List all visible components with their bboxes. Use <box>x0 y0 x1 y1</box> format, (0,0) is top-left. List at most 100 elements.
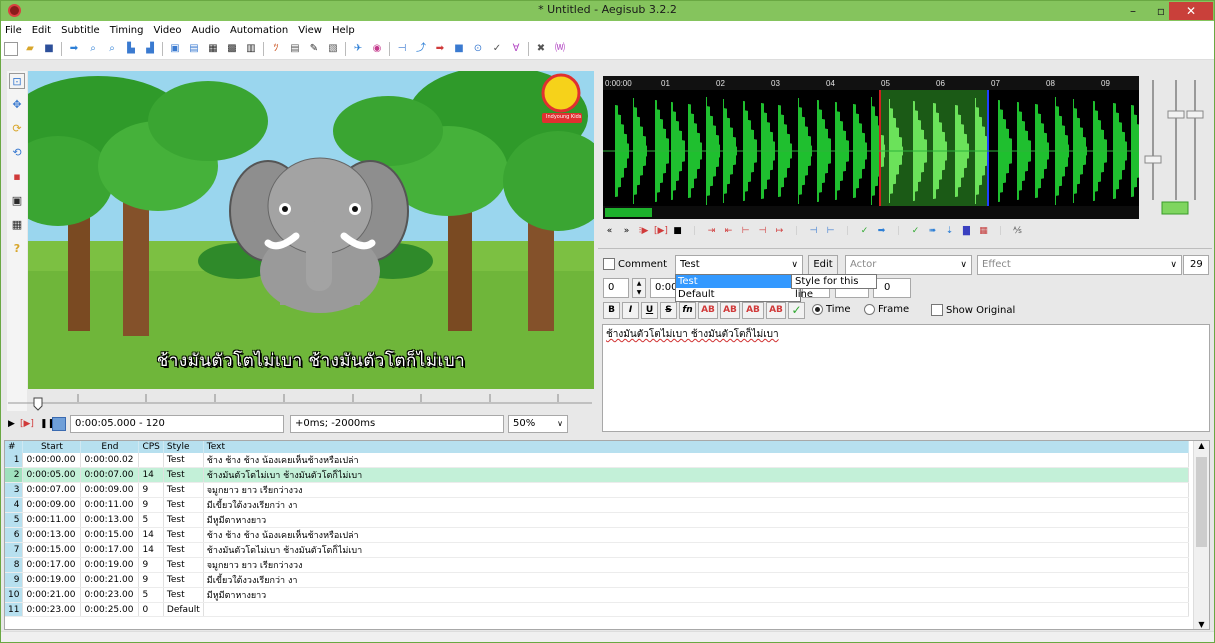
karaoke-mode-icon[interactable]: ▦ <box>977 225 990 238</box>
commit-icon[interactable]: ✓ <box>858 225 871 238</box>
stop-icon[interactable]: ■ <box>452 42 466 56</box>
time-radio[interactable]: Time <box>812 304 850 315</box>
new-file-icon[interactable] <box>4 42 18 56</box>
spell-check-icon[interactable]: ▤ <box>288 42 302 56</box>
next-line-icon[interactable]: » <box>620 225 633 238</box>
vector-clip-icon[interactable]: ▦ <box>9 217 25 233</box>
clock-icon[interactable]: ⊙ <box>471 42 485 56</box>
table-row[interactable]: 5 0:00:11.00 0:00:13.00 5 Test มีหูมีตาหางยาว <box>5 512 1189 528</box>
underline-button[interactable]: U <box>641 302 658 319</box>
table-row[interactable]: 2 0:00:05.00 0:00:07.00 14 Test ช้างมันตัวโตไ… <box>5 467 1189 483</box>
outline-color-button[interactable]: AB <box>742 302 764 319</box>
go-to-icon[interactable]: ➡ <box>875 225 888 238</box>
properties-icon[interactable]: ▣ <box>168 42 182 56</box>
jump-video-icon[interactable]: ➡ <box>433 42 447 56</box>
audio-scroll-thumb[interactable] <box>605 208 652 217</box>
prev-line-icon[interactable]: « <box>603 225 616 238</box>
font-button[interactable]: fn <box>679 302 696 319</box>
rotate-z-icon[interactable]: ⟳ <box>9 121 25 137</box>
auto-next-icon[interactable]: ➠ <box>926 225 939 238</box>
scale-tool-icon[interactable]: ▪ <box>9 169 25 185</box>
save-icon[interactable]: ■ <box>42 42 56 56</box>
layer-field[interactable]: 0 <box>603 278 629 298</box>
table-row[interactable]: 4 0:00:09.00 0:00:11.00 9 Test มีเขี้ยวใต้งวง… <box>5 497 1189 513</box>
resample-icon[interactable]: ▦ <box>206 42 220 56</box>
style-select[interactable]: Test ∨ <box>675 255 803 275</box>
audio-waveform[interactable]: 0:00:00 01 02 03 04 05 06 07 08 09 <box>603 76 1139 206</box>
close-button[interactable]: ✕ <box>1169 2 1213 20</box>
table-row[interactable]: 3 0:00:07.00 0:00:09.00 9 Test จมูกยาว ยาว เร… <box>5 482 1189 498</box>
play-line-icon[interactable]: [▶] <box>20 419 34 429</box>
menu-help[interactable]: Help <box>332 25 355 36</box>
table-row[interactable]: 9 0:00:19.00 0:00:21.00 9 Test มีเขี้ยวใต้งวง… <box>5 572 1189 588</box>
show-original-checkbox[interactable]: Show Original <box>931 304 1015 316</box>
title-bar[interactable]: * Untitled - Aegisub 3.2.2 – ▫ ✕ <box>1 1 1214 21</box>
play-selection-icon[interactable]: [▶] <box>654 225 668 238</box>
table-row[interactable]: 6 0:00:13.00 0:00:15.00 14 Test ช้าง ช้าง ช้า… <box>5 527 1189 543</box>
audio-scrollbar[interactable] <box>603 206 1139 219</box>
edit-style-button[interactable]: Edit <box>808 255 838 275</box>
italic-button[interactable]: I <box>622 302 639 319</box>
auto-scroll-audio-icon[interactable]: ⇣ <box>943 225 956 238</box>
lead-in-icon[interactable]: ⊣ <box>807 225 820 238</box>
margin-vertical-field[interactable]: 0 <box>873 278 911 298</box>
table-row[interactable]: 1 0:00:00.00 0:00:00.02 Test ช้าง ช้าง ช้าง … <box>5 453 1189 468</box>
shift-times-icon[interactable]: ﾂ <box>269 42 283 56</box>
visual-tag-icon[interactable]: ⒲ <box>553 42 567 56</box>
frame-radio[interactable]: Frame <box>864 304 909 315</box>
karaoke-icon[interactable]: ◉ <box>370 42 384 56</box>
play-500-after-icon[interactable]: ⇤ <box>722 225 735 238</box>
clip-tool-icon[interactable]: ▣ <box>9 193 25 209</box>
scroll-down-icon[interactable]: ▼ <box>1194 620 1209 629</box>
minimize-button[interactable]: – <box>1119 2 1147 20</box>
translation-icon[interactable]: ▩ <box>225 42 239 56</box>
style-option-test[interactable]: Test <box>676 275 800 288</box>
play-first-500-icon[interactable]: ⊢ <box>739 225 752 238</box>
table-row[interactable]: 11 0:00:23.00 0:00:25.00 0 Default <box>5 602 1189 617</box>
zoom-select[interactable]: 50% ∨ <box>508 415 568 433</box>
play-to-end-icon[interactable]: ↦ <box>773 225 786 238</box>
audio-sliders[interactable] <box>1140 80 1210 220</box>
zoom-icon[interactable]: ⤴ <box>414 42 428 56</box>
play-500-before-icon[interactable]: ⇥ <box>705 225 718 238</box>
actor-select[interactable]: Actor ∨ <box>845 255 972 275</box>
menu-file[interactable]: File <box>5 25 22 36</box>
strikeout-button[interactable]: S <box>660 302 677 319</box>
find-icon[interactable]: ⌕ <box>86 42 100 56</box>
commit-check-icon[interactable]: ✓ <box>788 302 805 319</box>
spellcheck-icon[interactable]: ✓ <box>490 42 504 56</box>
karaoke-split-icon[interactable]: ⅍ <box>1011 225 1024 238</box>
help-icon[interactable]: ? <box>9 241 25 257</box>
styles-manager-icon[interactable]: ▤ <box>187 42 201 56</box>
play-before-icon[interactable]: ⁝▶ <box>637 225 650 238</box>
table-row[interactable]: 10 0:00:21.00 0:00:23.00 5 Test มีหูมีตาหางยา… <box>5 587 1189 603</box>
auto-commit-icon[interactable]: ✓ <box>909 225 922 238</box>
menu-video[interactable]: Video <box>154 25 182 36</box>
jump-to-icon[interactable]: ➡ <box>67 42 81 56</box>
layer-spinner[interactable]: ▲ ▼ <box>632 278 646 298</box>
style-option-default[interactable]: Default <box>676 288 800 301</box>
rotate-xy-icon[interactable]: ⟲ <box>9 145 25 161</box>
menu-timing[interactable]: Timing <box>110 25 144 36</box>
video-display[interactable]: ช้างมันตัวโตไม่เบา ช้างมันตัวโตก็ไม่เบา … <box>28 71 594 389</box>
play-icon[interactable]: ▶ <box>8 419 20 429</box>
video-time-frame[interactable]: 0:00:05.000 - 120 <box>70 415 284 433</box>
menu-audio[interactable]: Audio <box>192 25 220 36</box>
grid-scrollbar[interactable]: ▲ ▼ <box>1193 441 1209 629</box>
kanji-icon[interactable]: ▧ <box>326 42 340 56</box>
margin-field[interactable]: 29 <box>1183 255 1209 275</box>
comment-checkbox[interactable]: Comment <box>603 258 667 270</box>
start-time-field[interactable]: 0:00 <box>650 278 677 298</box>
menu-view[interactable]: View <box>298 25 322 36</box>
automation-icon[interactable]: ✈ <box>351 42 365 56</box>
standard-tool-icon[interactable]: ⊡ <box>9 73 25 89</box>
subtitle-text-editor[interactable]: ช้างมันตัวโตไม่เบา ช้างมันตัวโตก็ไม่เบา <box>602 324 1210 432</box>
shadow-color-button[interactable]: AB <box>766 302 786 319</box>
menu-subtitle[interactable]: Subtitle <box>61 25 100 36</box>
tools-icon[interactable]: ✖ <box>534 42 548 56</box>
menu-automation[interactable]: Automation <box>230 25 288 36</box>
lead-out-icon[interactable]: ⊢ <box>824 225 837 238</box>
timing-post-icon[interactable]: ▥ <box>244 42 258 56</box>
fonts-collector-icon[interactable]: ▟ <box>143 42 157 56</box>
play-last-500-icon[interactable]: ⊣ <box>756 225 769 238</box>
